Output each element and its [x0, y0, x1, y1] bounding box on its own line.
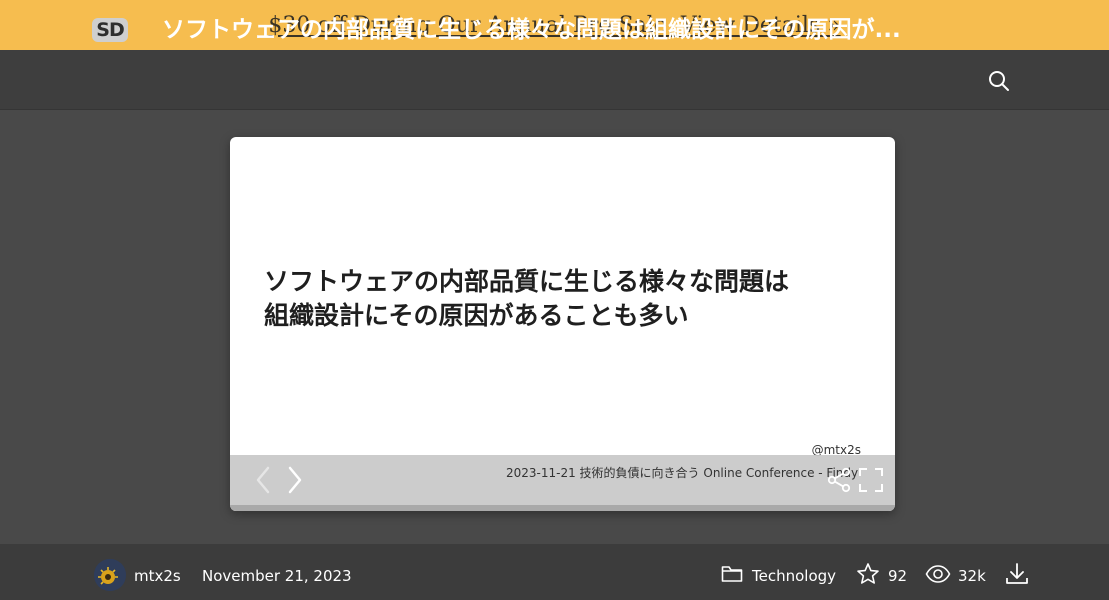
download-icon: [1006, 563, 1028, 584]
next-slide-button[interactable]: [282, 465, 308, 495]
speakerdeck-logo[interactable]: SD: [92, 18, 128, 42]
slide-heading-line2: 組織設計にその原因があることも多い: [264, 301, 689, 330]
slide-heading-line1: ソフトウェアの内部品質に生じる様々な問題は: [264, 267, 790, 296]
search-button[interactable]: [985, 67, 1013, 95]
author-name[interactable]: mtx2s: [134, 566, 181, 586]
top-bar: [0, 50, 1109, 110]
star-icon: [857, 563, 879, 584]
fullscreen-icon: [859, 468, 883, 492]
slide-viewer[interactable]: ソフトウェアの内部品質に生じる様々な問題は 組織設計にその原因があることも多い …: [230, 137, 895, 511]
slide-progress-bar[interactable]: [230, 505, 895, 511]
chevron-left-icon: [256, 466, 270, 494]
eye-icon: [925, 565, 951, 583]
avatar-image: [94, 559, 126, 591]
download-button[interactable]: [1004, 561, 1030, 587]
slide-footer-text: 2023-11-21 技術的負債に向き合う Online Conference …: [506, 466, 859, 480]
category-label[interactable]: Technology: [752, 566, 836, 586]
search-icon: [989, 71, 1009, 91]
category-link[interactable]: [720, 562, 744, 586]
publish-date: November 21, 2023: [202, 567, 352, 585]
slide-heading: ソフトウェアの内部品質に生じる様々な問題は 組織設計にその原因があることも多い: [264, 265, 874, 333]
fullscreen-button[interactable]: [856, 465, 886, 495]
folder-icon: [721, 566, 743, 582]
star-count: 92: [888, 567, 908, 585]
views-indicator: [925, 562, 951, 586]
slide-controls: 2023-11-21 技術的負債に向き合う Online Conference …: [230, 455, 895, 505]
author-avatar[interactable]: [94, 559, 126, 591]
page-title: ソフトウェアの内部品質に生じる様々な問題は組織設計にその原因が...: [162, 17, 901, 43]
chevron-right-icon: [288, 466, 302, 494]
star-button[interactable]: [855, 562, 881, 586]
share-button[interactable]: [824, 465, 854, 495]
prev-slide-button[interactable]: [250, 465, 276, 495]
share-icon: [827, 467, 851, 493]
view-count: 32k: [958, 567, 986, 585]
